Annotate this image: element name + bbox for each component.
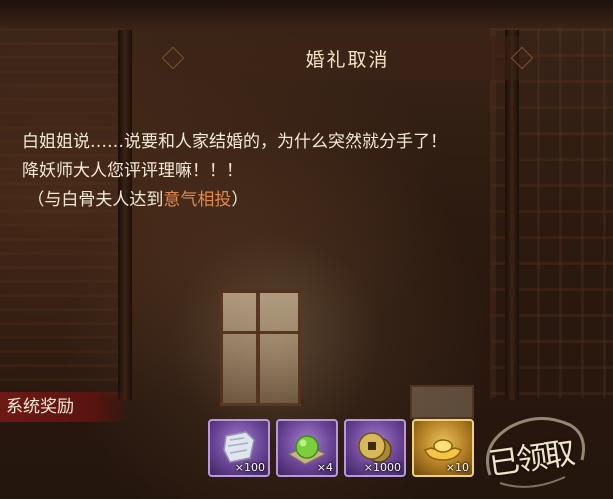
dialog-line-1: 白姐姐说……说要和人家结婚的，为什么突然就分手了！ [22, 132, 447, 152]
dialog-text: 白姐姐说……说要和人家结婚的，为什么突然就分手了！ 降妖师大人您评评理嘛！！！ … [22, 128, 592, 215]
rewards-label: 系统奖励 [0, 392, 130, 422]
ceiling-beam [0, 0, 613, 30]
dialog-condition: （与白骨夫人达到意气相投） [22, 186, 592, 215]
reward-count: ×10 [445, 461, 469, 474]
condition-suffix: ） [231, 190, 249, 210]
reward-count: ×4 [316, 461, 333, 474]
reward-slot-coin[interactable]: ×1000 [344, 419, 406, 477]
reward-list: ×100 ×4 ×1000 ×10 [208, 419, 474, 477]
diamond-ornament-icon [161, 46, 185, 70]
claimed-stamp: 已领取 [470, 405, 595, 495]
reward-slot-orb[interactable]: ×4 [276, 419, 338, 477]
pillar-right [505, 30, 519, 400]
reward-count: ×1000 [363, 461, 401, 474]
reward-slot-cloth[interactable]: ×100 [208, 419, 270, 477]
reward-count: ×100 [234, 461, 265, 474]
reward-slot-ingot[interactable]: ×10 [412, 419, 474, 477]
diamond-ornament-icon [510, 46, 534, 70]
lit-window-decoration [220, 290, 301, 406]
condition-highlight: 意气相投 [163, 190, 232, 210]
condition-prefix: （与白骨夫人达到 [27, 190, 164, 210]
lit-window-decoration-2 [410, 385, 474, 419]
title-banner: 婚礼取消 [145, 36, 550, 80]
page-title: 婚礼取消 [305, 48, 390, 71]
dialog-line-2: 降妖师大人您评评理嘛！！！ [22, 161, 243, 181]
pillar-left [118, 30, 132, 400]
